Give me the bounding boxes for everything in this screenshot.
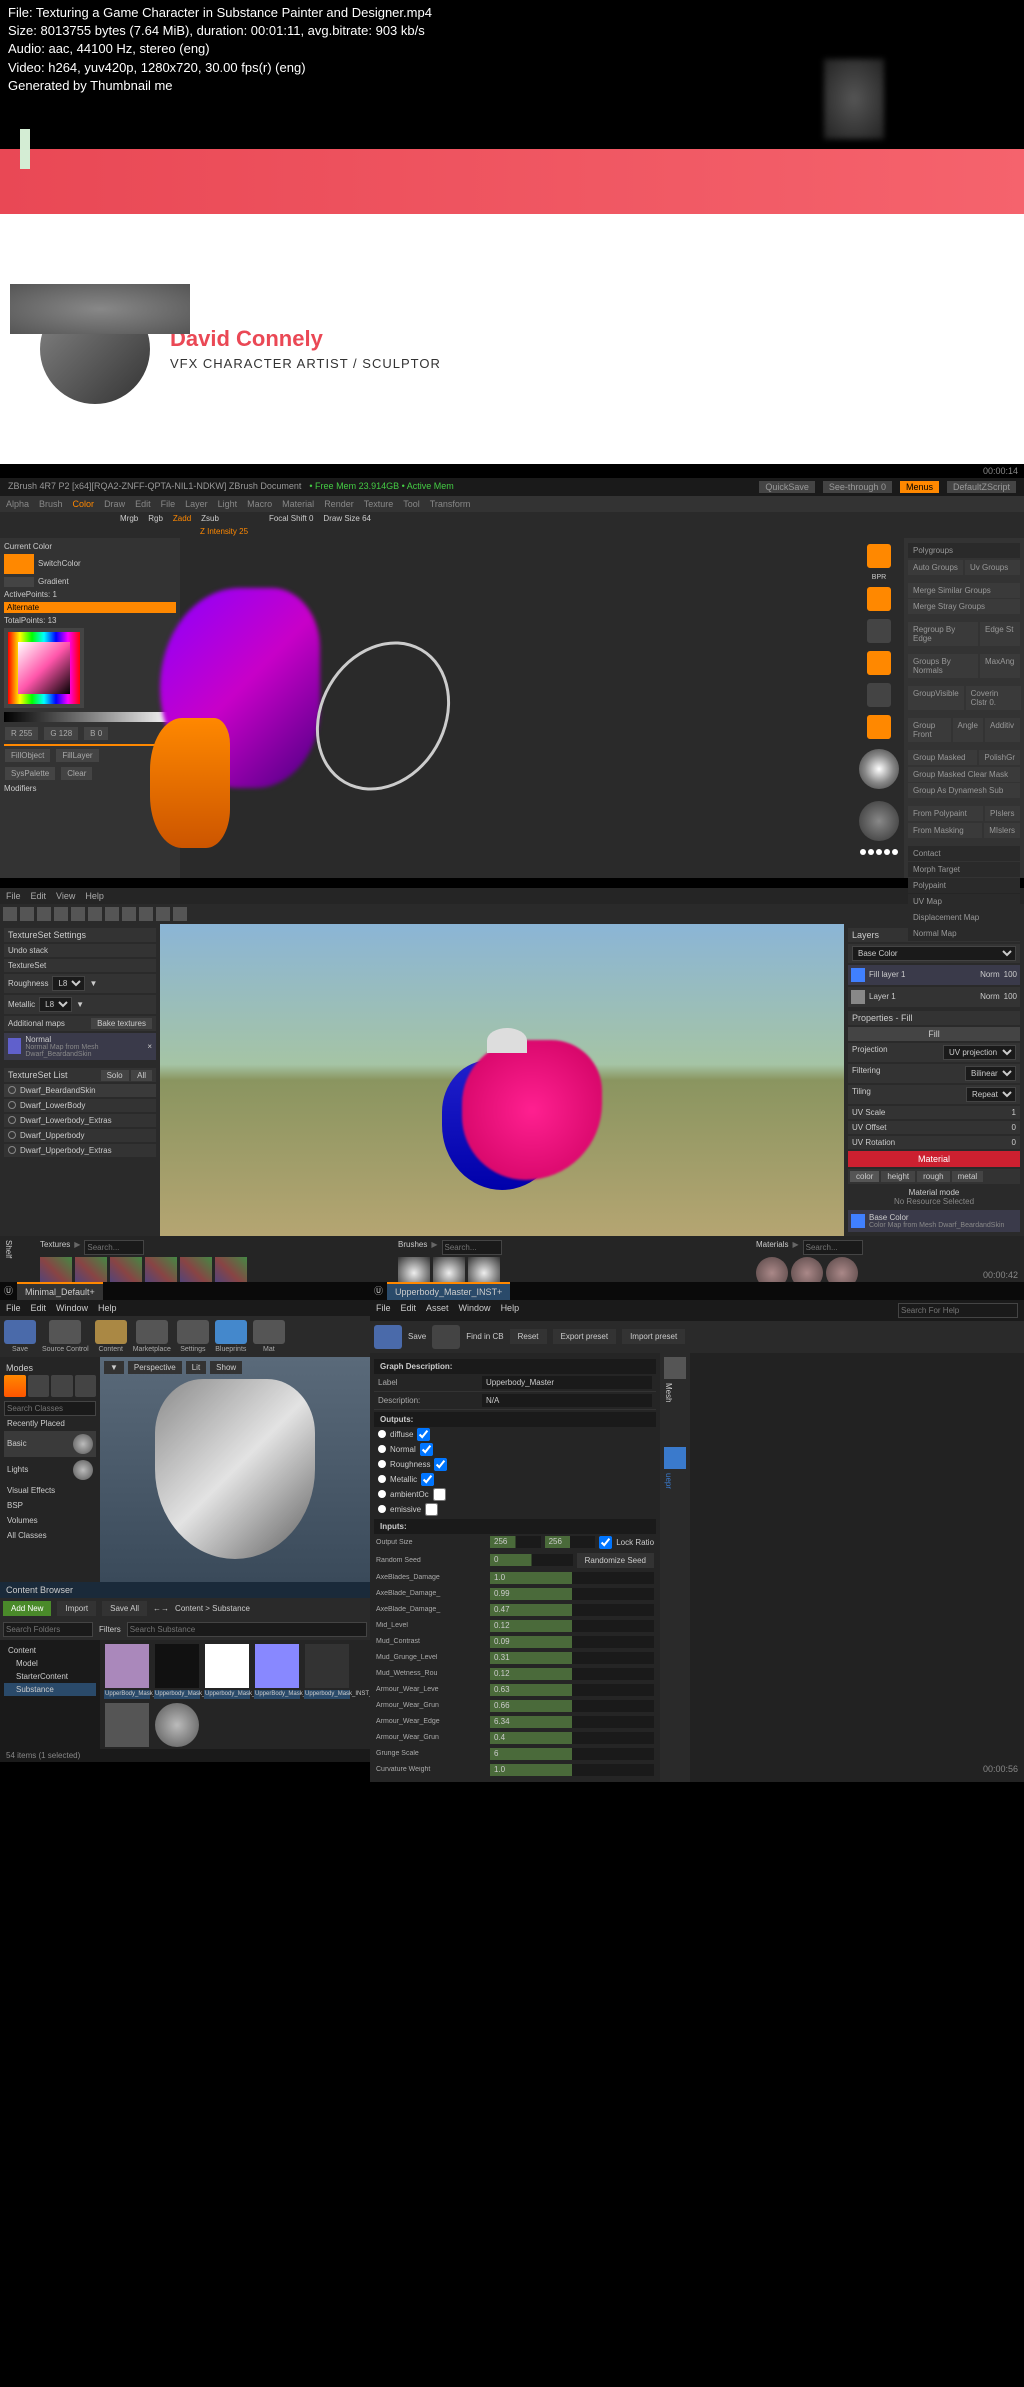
quicksave-button[interactable]: QuickSave bbox=[759, 481, 815, 493]
content-browser: Content Browser Add New Import Save All … bbox=[0, 1582, 370, 1762]
layers-panel: Layers Base Color Fill layer 1Norm100 La… bbox=[844, 924, 1024, 1236]
zbrush-window: ZBrush 4R7 P2 [x64][RQA2-ZNFF-QPTA-NIL1-… bbox=[0, 478, 1024, 858]
close-icon[interactable]: × bbox=[147, 1042, 152, 1051]
textureset-panel: TextureSet Settings Undo stack TextureSe… bbox=[0, 924, 160, 1236]
author-section: David Connely VFX CHARACTER ARTIST / SCU… bbox=[0, 214, 1024, 464]
value-slider[interactable] bbox=[4, 712, 176, 722]
author-title: VFX CHARACTER ARTIST / SCULPTOR bbox=[170, 356, 441, 371]
color-picker[interactable] bbox=[4, 628, 84, 708]
red-banner bbox=[0, 149, 1024, 214]
zbrush-menubar[interactable]: AlphaBrush ColorDraw EditFile LayerLight… bbox=[0, 496, 1024, 512]
timestamp-1: 00:00:14 bbox=[0, 464, 1024, 478]
zbrush-title: ZBrush 4R7 P2 [x64][RQA2-ZNFF-QPTA-NIL1-… bbox=[8, 481, 301, 493]
header-thumbnail bbox=[824, 59, 884, 139]
color-panel: Current Color SwitchColor Gradient Activ… bbox=[0, 538, 180, 878]
add-new-button[interactable]: Add New bbox=[3, 1601, 51, 1616]
ue-menubar[interactable]: FileEdit WindowHelp bbox=[0, 1300, 370, 1316]
substance-toolbar[interactable] bbox=[0, 904, 1024, 924]
author-name: David Connely bbox=[170, 326, 441, 352]
graph-details: Graph Description: LabelUpperbody_Master… bbox=[370, 1353, 660, 1782]
author-avatar bbox=[40, 294, 150, 404]
tab-uepr[interactable] bbox=[664, 1447, 686, 1469]
zbrush-rightbar[interactable]: BPR bbox=[854, 538, 904, 878]
ue-toolbar[interactable]: Save Source Control Content Marketplace … bbox=[0, 1316, 370, 1357]
substance-menubar[interactable]: FileEdit ViewHelp bbox=[0, 888, 1024, 904]
tab-mesh[interactable] bbox=[664, 1357, 686, 1379]
unreal-editor: ⓊMinimal_Default+ FileEdit WindowHelp Sa… bbox=[0, 1282, 370, 1762]
zbrush-canvas[interactable] bbox=[180, 538, 854, 878]
polygroups-panel: Polygroups Auto GroupsUv Groups Merge Si… bbox=[904, 538, 1024, 878]
ue-viewport[interactable]: ▼Perspective LitShow bbox=[100, 1357, 370, 1582]
asset-grid[interactable]: UpperBody_Mask_INST_diffuse Upperbody_Ma… bbox=[100, 1640, 370, 1749]
substance-window: FileEdit ViewHelp TextureSet Settings Un… bbox=[0, 888, 1024, 1268]
unreal-windows: ⓊMinimal_Default+ FileEdit WindowHelp Sa… bbox=[0, 1282, 1024, 1762]
modes-panel: Modes Recently Placed Basic Lights Visua… bbox=[0, 1357, 100, 1582]
substance-viewport[interactable] bbox=[160, 924, 844, 1236]
substance-graph-instance: ⓊUpperbody_Master_INST+ FileEdit AssetWi… bbox=[370, 1282, 1024, 1762]
folder-tree[interactable]: Content Model StarterContent Substance bbox=[0, 1640, 100, 1749]
